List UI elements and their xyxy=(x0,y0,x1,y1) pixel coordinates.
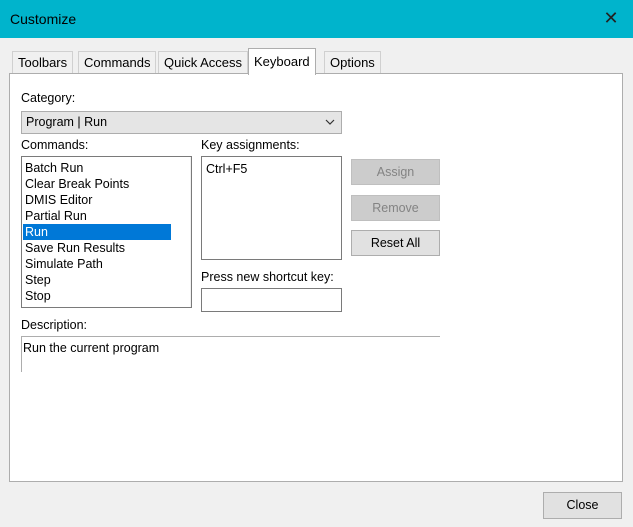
tab-commands[interactable]: Commands xyxy=(78,51,157,73)
customize-dialog: Customize ✕ Toolbars Commands Quick Acce… xyxy=(0,0,633,527)
list-item[interactable]: Clear Break Points xyxy=(23,176,171,192)
reset-all-button[interactable]: Reset All xyxy=(351,230,440,256)
list-item[interactable]: Step xyxy=(23,272,171,288)
tab-quick-access[interactable]: Quick Access xyxy=(158,51,249,73)
scroll-up-icon[interactable] xyxy=(190,157,192,175)
tab-toolbars[interactable]: Toolbars xyxy=(12,51,74,73)
list-item[interactable]: Stop xyxy=(23,288,171,304)
description-divider xyxy=(21,336,440,337)
category-value: Program | Run xyxy=(26,115,108,129)
title-bar: Customize ✕ xyxy=(0,0,633,38)
commands-label: Commands: xyxy=(21,138,89,152)
description-label: Description: xyxy=(21,318,87,332)
list-item[interactable]: Simulate Path xyxy=(23,256,171,272)
remove-button[interactable]: Remove xyxy=(351,195,440,221)
commands-scrollbar[interactable] xyxy=(190,157,192,307)
category-label: Category: xyxy=(21,91,76,105)
list-item[interactable]: Partial Run xyxy=(23,208,171,224)
list-item[interactable]: Save Run Results xyxy=(23,240,171,256)
description-text: Run the current program xyxy=(23,341,160,355)
tab-options[interactable]: Options xyxy=(324,51,381,73)
key-assignments-list[interactable]: Ctrl+F5 xyxy=(201,156,342,260)
assign-button[interactable]: Assign xyxy=(351,159,440,185)
chevron-down-icon xyxy=(325,119,335,125)
shortcut-label: Press new shortcut key: xyxy=(201,270,334,284)
list-item-selected[interactable]: Run xyxy=(23,224,171,240)
scroll-down-icon[interactable] xyxy=(190,289,192,307)
tab-keyboard[interactable]: Keyboard xyxy=(248,48,316,75)
list-item[interactable]: Batch Run xyxy=(23,160,171,176)
close-button[interactable]: Close xyxy=(543,492,622,519)
list-item[interactable]: Ctrl+F5 xyxy=(206,162,247,176)
dialog-title: Customize xyxy=(10,11,77,27)
list-item[interactable]: DMIS Editor xyxy=(23,192,171,208)
scrollbar-thumb[interactable] xyxy=(191,175,192,271)
close-icon[interactable]: ✕ xyxy=(601,8,621,28)
shortcut-key-input[interactable] xyxy=(201,288,342,312)
description-border xyxy=(21,336,22,372)
commands-listbox[interactable]: Batch Run Clear Break Points DMIS Editor… xyxy=(21,156,192,308)
key-assignments-label: Key assignments: xyxy=(201,138,300,152)
category-select[interactable]: Program | Run xyxy=(21,111,342,134)
